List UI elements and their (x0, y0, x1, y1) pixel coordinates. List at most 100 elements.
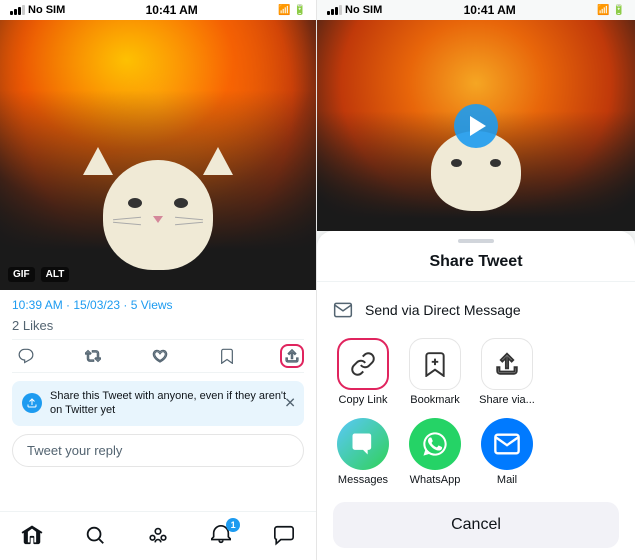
status-bar-right: No SIM 10:41 AM 📶 🔋 (317, 0, 635, 20)
share-button[interactable] (280, 344, 304, 368)
notification-badge: 1 (226, 518, 240, 532)
battery-icon: 🔋 (294, 5, 306, 16)
sheet-divider (317, 281, 635, 282)
cat-eyes (128, 198, 188, 202)
signal-icon (10, 5, 25, 15)
nav-home[interactable] (13, 520, 51, 550)
whisker-left-1 (113, 217, 141, 220)
bookmark-share-button[interactable]: Bookmark (405, 338, 465, 406)
whisker-left-2 (113, 222, 141, 225)
sheet-title: Share Tweet (317, 247, 635, 281)
preview-image (317, 20, 635, 231)
preview-eyes (451, 159, 501, 167)
cat-nose (153, 216, 163, 223)
bookmark-icon (219, 348, 235, 364)
time-label: 10:41 AM (146, 3, 198, 17)
share-via-label: Share via... (479, 394, 535, 406)
views-label: 5 Views (131, 298, 173, 312)
gif-badge: GIF (8, 267, 35, 282)
copy-link-button[interactable]: Copy Link (333, 338, 393, 406)
nav-messages[interactable] (265, 520, 303, 550)
bookmark-share-label: Bookmark (410, 394, 460, 406)
battery-area: 📶 🔋 (278, 5, 306, 16)
retweet-button[interactable] (79, 344, 107, 368)
battery-area-right: 📶 🔋 (597, 5, 625, 16)
reply-input[interactable]: Tweet your reply (12, 434, 304, 467)
messages-app-icon (349, 430, 377, 458)
sheet-handle (458, 239, 494, 243)
carrier-label-right: No SIM (345, 4, 382, 16)
whatsapp-circle (409, 418, 461, 470)
nav-notifications[interactable]: 1 (202, 520, 240, 550)
cat-eye-right (174, 198, 188, 208)
carrier-area: No SIM (10, 4, 65, 16)
cat-ear-right (203, 147, 233, 175)
share-via-icon (494, 351, 520, 377)
image-badges: GIF ALT (8, 267, 69, 282)
preview-eye-r (490, 159, 501, 167)
whisker-right-2 (175, 222, 203, 225)
mail-app-icon (493, 430, 521, 458)
share-icons-row: Copy Link Bookmark (317, 330, 635, 414)
dm-label: Send via Direct Message (365, 302, 521, 318)
bottom-nav: 1 (0, 511, 316, 560)
social-icons-row: Messages WhatsApp (317, 414, 635, 494)
whatsapp-icon (421, 430, 449, 458)
share-via-circle (481, 338, 533, 390)
cat-ear-left (83, 147, 113, 175)
left-panel: No SIM 10:41 AM 📶 🔋 (0, 0, 317, 560)
copy-link-circle (337, 338, 389, 390)
cat-eye-left (128, 198, 142, 208)
play-button[interactable] (454, 104, 498, 148)
carrier-area-right: No SIM (327, 4, 382, 16)
bookmark-share-circle (409, 338, 461, 390)
heart-icon (152, 348, 168, 364)
tweet-image: GIF ALT (0, 20, 316, 290)
home-icon (21, 524, 43, 546)
wifi-icon-right: 📶 (597, 5, 609, 16)
tweet-meta: 10:39 AM · 15/03/23 · 5 Views (12, 298, 304, 312)
mail-circle (481, 418, 533, 470)
direct-message-row[interactable]: Send via Direct Message (317, 290, 635, 330)
mail-share-button[interactable]: Mail (477, 418, 537, 486)
nav-search[interactable] (76, 520, 114, 550)
share-banner: Share this Tweet with anyone, even if th… (12, 381, 304, 426)
tweet-actions (12, 339, 304, 373)
upload-icon (26, 397, 38, 409)
whisker-right-1 (175, 217, 203, 220)
cancel-button[interactable]: Cancel (333, 502, 619, 548)
reply-button[interactable] (12, 344, 40, 368)
bookmark-share-icon (422, 351, 448, 377)
communities-icon (147, 524, 169, 546)
like-button[interactable] (146, 344, 174, 368)
dm-icon (333, 300, 353, 320)
whatsapp-button[interactable]: WhatsApp (405, 418, 465, 486)
search-icon (84, 524, 106, 546)
close-banner-button[interactable]: ✕ (284, 395, 296, 412)
image-bg (0, 20, 316, 290)
share-via-button[interactable]: Share via... (477, 338, 537, 406)
mail-label: Mail (497, 474, 517, 486)
cancel-label: Cancel (451, 516, 501, 533)
whatsapp-label: WhatsApp (410, 474, 461, 486)
messages-icon (273, 524, 295, 546)
bookmark-button[interactable] (213, 344, 241, 368)
preview-eye-l (451, 159, 462, 167)
reply-placeholder: Tweet your reply (27, 443, 122, 458)
time-right: 10:41 AM (464, 3, 516, 17)
reply-icon (18, 348, 34, 364)
status-bar-left: No SIM 10:41 AM 📶 🔋 (0, 0, 316, 20)
wifi-icon: 📶 (278, 5, 290, 16)
copy-link-label: Copy Link (339, 394, 388, 406)
messages-button[interactable]: Messages (333, 418, 393, 486)
carrier-label: No SIM (28, 4, 65, 16)
nav-communities[interactable] (139, 520, 177, 550)
retweet-icon (85, 348, 101, 364)
messages-circle (337, 418, 389, 470)
signal-icon-right (327, 5, 342, 15)
cat-head (103, 160, 213, 270)
share-banner-text: Share this Tweet with anyone, even if th… (50, 389, 294, 418)
likes-count: 2 Likes (12, 318, 304, 333)
alt-badge: ALT (41, 267, 70, 282)
share-icon (284, 348, 300, 364)
